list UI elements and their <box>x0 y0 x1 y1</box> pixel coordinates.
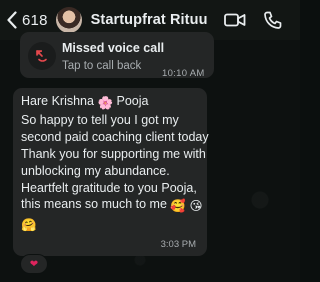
message-line: So happy to tell you I got my <box>21 112 179 127</box>
message-text: Hare Krishna 🌸 Pooja So happy to tell yo… <box>21 93 209 234</box>
call-title: Missed voice call <box>62 41 165 55</box>
unread-count: 618 <box>22 11 48 29</box>
message-line: this means so much to me <box>21 197 167 212</box>
smiling-face-hearts-emoji-icon: 🥰 <box>170 199 186 214</box>
hugging-face-emoji-icon: 🤗 <box>21 218 37 233</box>
voice-call-icon[interactable] <box>262 10 284 30</box>
message-line: Hare Krishna <box>21 94 94 108</box>
heart-icon: ❤ <box>29 258 39 270</box>
flower-emoji-icon: 🌸 <box>97 96 114 110</box>
message-line: second paid coaching client today <box>21 129 209 144</box>
video-call-icon[interactable] <box>224 10 246 30</box>
missed-call-bubble[interactable]: Missed voice call Tap to call back 10:10… <box>20 32 214 79</box>
kiss-face-emoji-icon: 😘 <box>189 199 203 214</box>
message-line: unblocking my abundance. <box>21 163 170 178</box>
chevron-left-icon <box>7 11 17 29</box>
message-line: Pooja <box>116 94 149 108</box>
message-line: Thank you for supporting me with <box>21 146 206 161</box>
call-timestamp: 10:10 AM <box>162 68 205 79</box>
contact-name[interactable]: Startupfrat Rituu <box>91 12 208 28</box>
missed-call-icon <box>28 42 56 70</box>
call-subtitle: Tap to call back <box>62 60 142 72</box>
heart-reaction[interactable]: ❤ <box>20 254 48 274</box>
avatar[interactable] <box>55 7 82 33</box>
message-timestamp: 3:03 PM <box>160 239 196 250</box>
message-line: Heartfelt gratitude to you Pooja, <box>21 180 197 195</box>
message-bubble[interactable]: Hare Krishna 🌸 Pooja So happy to tell yo… <box>13 88 209 256</box>
